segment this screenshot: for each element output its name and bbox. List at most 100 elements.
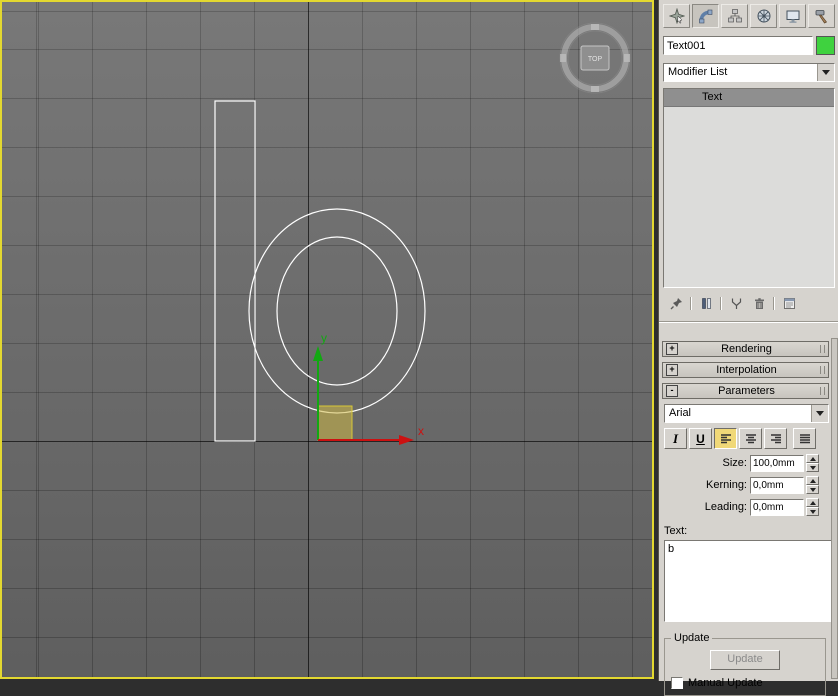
font-name: Arial — [669, 407, 692, 419]
tab-hierarchy[interactable] — [721, 4, 748, 28]
tab-create[interactable] — [663, 4, 690, 28]
font-style-row: I U — [664, 428, 829, 449]
modifier-list-dropdown-button[interactable] — [817, 64, 834, 81]
chevron-down-icon — [816, 411, 824, 416]
gizmo-y-arrowhead[interactable] — [313, 346, 323, 361]
viewcube-top-label: TOP — [588, 56, 603, 63]
expand-icon[interactable]: + — [666, 364, 678, 376]
align-center-button[interactable] — [739, 428, 762, 449]
object-color-swatch[interactable] — [816, 36, 835, 55]
size-spinner[interactable] — [806, 454, 819, 472]
panel-divider — [659, 321, 838, 323]
align-right-button[interactable] — [764, 428, 787, 449]
gizmo-x-label: x — [418, 424, 424, 438]
modifier-list-label: Modifier List — [668, 66, 728, 78]
configure-modifier-sets-button[interactable] — [780, 294, 798, 312]
font-dropdown-button[interactable] — [811, 405, 828, 422]
object-name-input[interactable] — [663, 36, 813, 55]
configure-modifier-sets-icon — [783, 297, 795, 309]
underline-button[interactable]: U — [689, 428, 712, 449]
tab-utilities[interactable] — [808, 4, 835, 28]
viewport-top[interactable]: y x TOP — [0, 0, 654, 679]
remove-modifier-button[interactable] — [750, 294, 768, 312]
show-end-result-button[interactable] — [697, 294, 715, 312]
align-center-icon — [745, 433, 756, 443]
italic-label: I — [672, 430, 679, 446]
modifier-list-dropdown[interactable]: Modifier List — [663, 63, 835, 82]
align-right-icon — [770, 433, 781, 443]
gizmo-plane-handle[interactable] — [317, 405, 353, 441]
manual-update-label: Manual Update — [688, 677, 763, 689]
align-left-button[interactable] — [714, 428, 737, 449]
justify-icon — [799, 433, 810, 443]
object-name-row — [663, 36, 835, 55]
command-panel: Modifier List Text — [658, 0, 838, 696]
command-panel-tabs — [663, 4, 837, 28]
rollout-rendering-title: Rendering — [721, 343, 772, 355]
spinner-down-icon[interactable] — [806, 463, 819, 472]
leading-spinner[interactable] — [806, 498, 819, 516]
toolbar-separator — [690, 296, 692, 310]
gizmo-y-label: y — [321, 331, 327, 345]
tab-motion[interactable] — [750, 4, 777, 28]
gizmo-x-arrowhead[interactable] — [399, 435, 414, 445]
align-left-icon — [720, 433, 731, 443]
toolbar-separator — [773, 296, 775, 310]
expand-icon[interactable]: + — [666, 343, 678, 355]
pin-stack-button[interactable] — [667, 294, 685, 312]
leading-row: Leading: — [662, 498, 819, 516]
toolbar-separator — [720, 296, 722, 310]
max-application: { "viewport": { "view_label": "TOP", "le… — [0, 0, 838, 696]
viewport-overlay: y x TOP — [214, 22, 631, 445]
tab-display[interactable] — [779, 4, 806, 28]
manual-update-checkbox[interactable] — [671, 677, 683, 689]
chevron-down-icon — [822, 70, 830, 75]
make-unique-button[interactable] — [727, 294, 745, 312]
spinner-down-icon[interactable] — [806, 507, 819, 516]
font-dropdown[interactable]: Arial — [664, 404, 829, 423]
rollout-grip-icon — [820, 387, 825, 395]
make-unique-icon — [731, 298, 741, 309]
size-label: Size: — [722, 457, 747, 469]
rollouts: + Rendering + Interpolation - Parameters… — [662, 341, 832, 696]
remove-modifier-icon — [754, 297, 764, 309]
display-icon — [786, 10, 799, 23]
rollout-parameters[interactable]: - Parameters — [662, 383, 829, 399]
pin-stack-icon — [670, 297, 682, 309]
rollout-interpolation-title: Interpolation — [716, 364, 777, 376]
tab-modify[interactable] — [692, 4, 719, 28]
size-input[interactable] — [750, 454, 804, 472]
text-entry-field[interactable]: b — [664, 540, 832, 622]
panel-scrollbar[interactable] — [831, 338, 838, 679]
size-row: Size: — [662, 454, 819, 472]
text-field-label: Text: — [664, 525, 688, 537]
utilities-icon — [815, 10, 827, 24]
rollout-interpolation[interactable]: + Interpolation — [662, 362, 829, 378]
collapse-icon[interactable]: - — [666, 385, 678, 397]
spinner-down-icon[interactable] — [806, 485, 819, 494]
viewcube-gizmo[interactable]: TOP — [559, 22, 631, 94]
underline-label: U — [696, 431, 705, 446]
manual-update-row: Manual Update — [671, 677, 819, 689]
create-icon — [668, 8, 685, 24]
spinner-up-icon[interactable] — [806, 476, 819, 485]
kerning-label: Kerning: — [706, 479, 747, 491]
modifier-stack-item-text[interactable]: Text — [664, 89, 834, 107]
motion-icon — [757, 9, 770, 23]
leading-input[interactable] — [750, 498, 804, 516]
italic-button[interactable]: I — [664, 428, 687, 449]
rollout-grip-icon — [820, 366, 825, 374]
kerning-spinner[interactable] — [806, 476, 819, 494]
spinner-up-icon[interactable] — [806, 454, 819, 463]
justify-button[interactable] — [793, 428, 816, 449]
modifier-stack-toolbar — [667, 293, 833, 313]
update-button[interactable]: Update — [710, 650, 780, 670]
leading-label: Leading: — [704, 501, 747, 513]
show-end-result-icon — [701, 297, 711, 309]
update-group: Update Update Manual Update — [664, 632, 826, 696]
spinner-up-icon[interactable] — [806, 498, 819, 507]
modifier-stack[interactable]: Text — [663, 88, 835, 288]
rollout-rendering[interactable]: + Rendering — [662, 341, 829, 357]
text-spline-b — [214, 100, 426, 442]
kerning-input[interactable] — [750, 476, 804, 494]
